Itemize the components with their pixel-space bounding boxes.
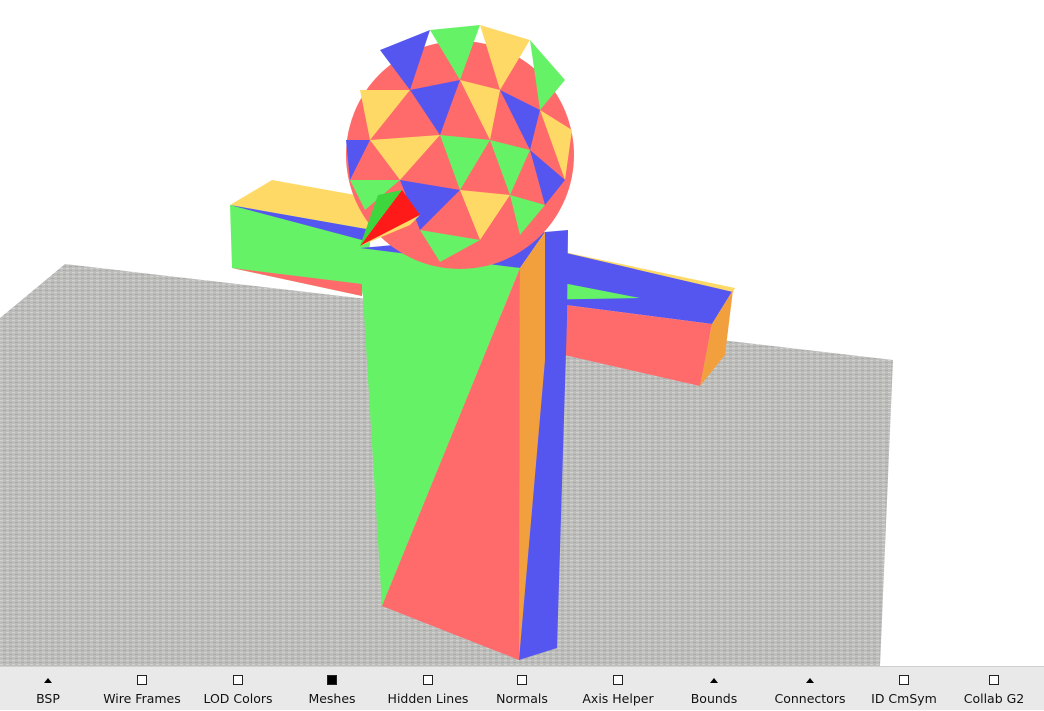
toggle-id-cmsym[interactable]: ID CmSym [856,667,952,711]
toggle-bsp[interactable]: BSP [0,667,96,711]
toggle-label: ID CmSym [871,691,937,706]
toggle-bounds[interactable]: Bounds [666,667,762,711]
left-arm [230,180,372,296]
checkbox-icon[interactable] [423,675,433,685]
toggle-meshes[interactable]: Meshes [284,667,380,711]
toggle-label: Bounds [690,691,738,706]
checkbox-checked-icon[interactable] [327,675,337,685]
toggle-normals[interactable]: Normals [474,667,570,711]
checkbox-icon[interactable] [517,675,527,685]
toggle-label: Connectors [774,691,846,706]
checkbox-icon[interactable] [899,675,909,685]
3d-viewport[interactable] [0,0,1044,666]
checkbox-icon[interactable] [989,675,999,685]
toggle-label: Axis Helper [582,691,654,706]
display-toggle-toolbar: BSP Wire Frames LOD Colors Meshes Hidden… [0,666,1044,710]
toggle-connectors[interactable]: Connectors [762,667,858,711]
toggle-axis-helper[interactable]: Axis Helper [570,667,666,711]
checkbox-icon[interactable] [137,675,147,685]
scene-canvas [0,25,893,666]
triangle-indicator-icon [710,678,718,683]
toggle-hidden-lines[interactable]: Hidden Lines [380,667,476,711]
torso [360,230,568,660]
checkbox-icon[interactable] [613,675,623,685]
checkbox-icon[interactable] [233,675,243,685]
triangle-indicator-icon [44,678,52,683]
toggle-label: Normals [496,691,548,706]
toggle-label: Collab G2 [963,691,1025,706]
toggle-label: Hidden Lines [387,691,469,706]
toggle-wire-frames[interactable]: Wire Frames [94,667,190,711]
toggle-collab-g2[interactable]: Collab G2 [946,667,1042,711]
triangle-indicator-icon [806,678,814,683]
toggle-lod-colors[interactable]: LOD Colors [190,667,286,711]
toggle-label: Meshes [308,691,356,706]
toggle-label: BSP [36,691,60,706]
toggle-label: LOD Colors [203,691,273,706]
toggle-label: Wire Frames [103,691,181,706]
